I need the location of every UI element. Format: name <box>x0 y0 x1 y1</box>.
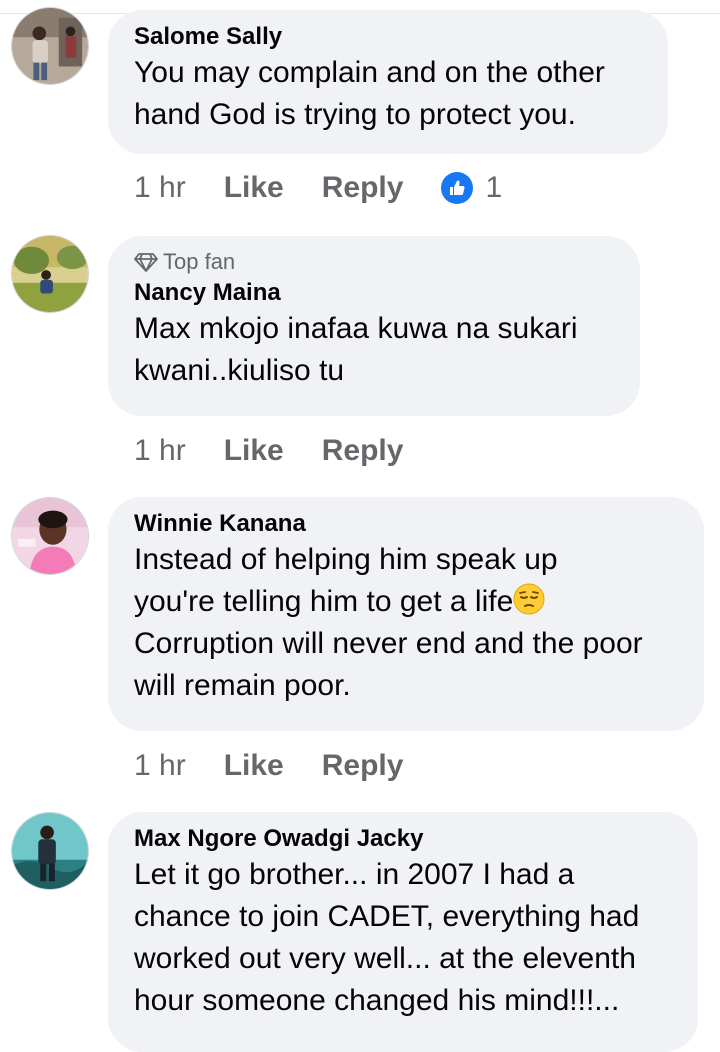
reply-button[interactable]: Reply <box>322 749 404 783</box>
avatar-image <box>12 813 88 889</box>
comment-timestamp[interactable]: 1 hr <box>134 434 186 468</box>
avatar-image <box>12 498 88 574</box>
comment-actions: 1 hr Like Reply <box>134 746 441 786</box>
comment-line: chance to join CADET, everything had <box>134 900 640 933</box>
pensive-face-icon <box>513 583 545 615</box>
comment-line-with-emoji: you're telling him to get a life <box>134 581 678 623</box>
avatar-max-ngore[interactable] <box>11 812 89 890</box>
comment-timestamp[interactable]: 1 hr <box>134 171 186 205</box>
thumbs-up-icon <box>441 172 474 204</box>
reaction-count: 1 <box>485 171 503 204</box>
reply-button[interactable]: Reply <box>322 434 404 468</box>
like-button[interactable]: Like <box>224 171 284 205</box>
reply-button[interactable]: Reply <box>322 171 404 205</box>
comment-line: hand God is trying to protect you. <box>134 98 576 131</box>
avatar-image <box>12 8 88 84</box>
comment-timestamp[interactable]: 1 hr <box>134 749 186 783</box>
comment-line: kwani..kiuliso tu <box>134 354 345 387</box>
like-button[interactable]: Like <box>224 749 284 783</box>
reaction-summary[interactable]: 1 <box>441 171 502 205</box>
comment-text: Let it go brother... in 2007 I had a cha… <box>134 854 672 1022</box>
comment-text: Max mkojo inafaa kuwa na sukari kwani..k… <box>134 308 614 392</box>
top-fan-label: Top fan <box>163 249 236 274</box>
like-button[interactable]: Like <box>224 434 284 468</box>
comment-line: hour someone changed his mind!!!... <box>134 984 620 1017</box>
commenter-name[interactable]: Max Ngore Owadgi Jacky <box>134 824 672 854</box>
comment-text: You may complain and on the other hand G… <box>134 52 642 136</box>
comment-line: will remain poor. <box>134 669 351 702</box>
comment-bubble: Top fan Nancy Maina Max mkojo inafaa kuw… <box>108 236 640 416</box>
avatar-nancy-maina[interactable] <box>11 235 89 313</box>
commenter-name[interactable]: Nancy Maina <box>134 278 614 308</box>
commenter-name[interactable]: Salome Sally <box>134 22 642 52</box>
avatar-image <box>12 236 88 312</box>
comment-bubble: Winnie Kanana Instead of helping him spe… <box>108 497 704 731</box>
comment-actions: 1 hr Like Reply <box>134 431 441 471</box>
commenter-name[interactable]: Winnie Kanana <box>134 509 678 539</box>
avatar-winnie-kanana[interactable] <box>11 497 89 575</box>
comment-line: Corruption will never end and the poor <box>134 627 643 660</box>
top-fan-badge: Top fan <box>134 248 614 276</box>
comment-bubble: Max Ngore Owadgi Jacky Let it go brother… <box>108 812 698 1052</box>
diamond-icon <box>134 253 158 272</box>
avatar-salome-sally[interactable] <box>11 7 89 85</box>
comment-line: Max mkojo inafaa kuwa na sukari <box>134 312 578 345</box>
comment-line: worked out very well... at the eleventh <box>134 942 636 975</box>
comment-text: Instead of helping him speak up you're t… <box>134 539 678 707</box>
comment-line: you're telling him to get a life <box>134 585 514 618</box>
comment-line: Let it go brother... in 2007 I had a <box>134 858 575 891</box>
comment-line: Instead of helping him speak up <box>134 543 558 576</box>
comment-bubble: Salome Sally You may complain and on the… <box>108 10 668 154</box>
comment-actions: 1 hr Like Reply 1 <box>134 168 502 208</box>
comment-line: You may complain and on the other <box>134 56 605 89</box>
